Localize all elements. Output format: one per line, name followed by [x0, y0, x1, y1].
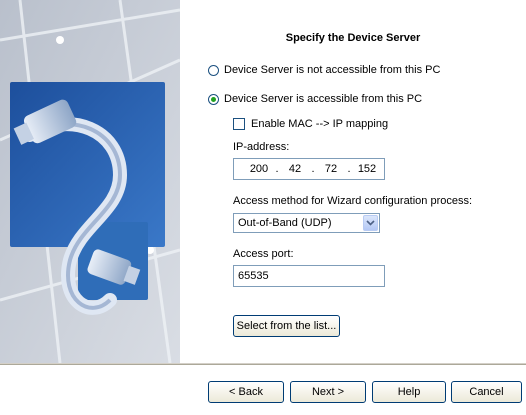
help-button[interactable]: Help [372, 381, 446, 403]
radio-accessible[interactable]: Device Server is accessible from this PC [208, 93, 422, 105]
ip-separator: . [311, 163, 315, 175]
ip-octet-4[interactable]: 152 [354, 163, 380, 175]
wizard-content: Specify the Device Server Device Server … [180, 0, 526, 363]
ip-octet-3[interactable]: 72 [318, 163, 344, 175]
ip-octet-1[interactable]: 200 [246, 163, 272, 175]
radio-accessible-control[interactable] [208, 93, 219, 105]
access-method-label: Access method for Wizard configuration p… [233, 195, 473, 207]
separator-line [0, 364, 526, 365]
access-method-select[interactable]: Out-of-Band (UDP) [233, 213, 380, 233]
access-method-value: Out-of-Band (UDP) [238, 217, 332, 229]
chevron-down-icon[interactable] [363, 215, 378, 231]
ip-separator: . [347, 163, 351, 175]
access-port-field[interactable]: 65535 [233, 265, 385, 287]
radio-not-accessible[interactable]: Device Server is not accessible from thi… [208, 64, 440, 76]
enable-mapping-checkbox[interactable] [233, 118, 245, 130]
ip-address-label: IP-address: [233, 141, 290, 153]
enable-mapping-label: Enable MAC --> IP mapping [251, 118, 389, 130]
ip-octet-2[interactable]: 42 [282, 163, 308, 175]
cancel-button[interactable]: Cancel [451, 381, 522, 403]
wizard-side-image [0, 0, 180, 363]
access-port-value: 65535 [238, 270, 269, 282]
radio-not-accessible-label: Device Server is not accessible from thi… [224, 64, 441, 76]
select-from-list-button[interactable]: Select from the list... [233, 315, 340, 337]
enable-mapping-checkbox-row[interactable]: Enable MAC --> IP mapping [233, 118, 388, 130]
back-button[interactable]: < Back [208, 381, 284, 403]
radio-accessible-label: Device Server is accessible from this PC [224, 93, 423, 105]
access-port-label: Access port: [233, 248, 294, 260]
page-title: Specify the Device Server [285, 32, 421, 44]
radio-not-accessible-control[interactable] [208, 64, 219, 76]
button-bar: < Back Next > Help Cancel [0, 363, 526, 415]
next-button[interactable]: Next > [290, 381, 366, 403]
ip-address-field[interactable]: 200 . 42 . 72 . 152 [233, 158, 385, 180]
ip-separator: . [275, 163, 279, 175]
